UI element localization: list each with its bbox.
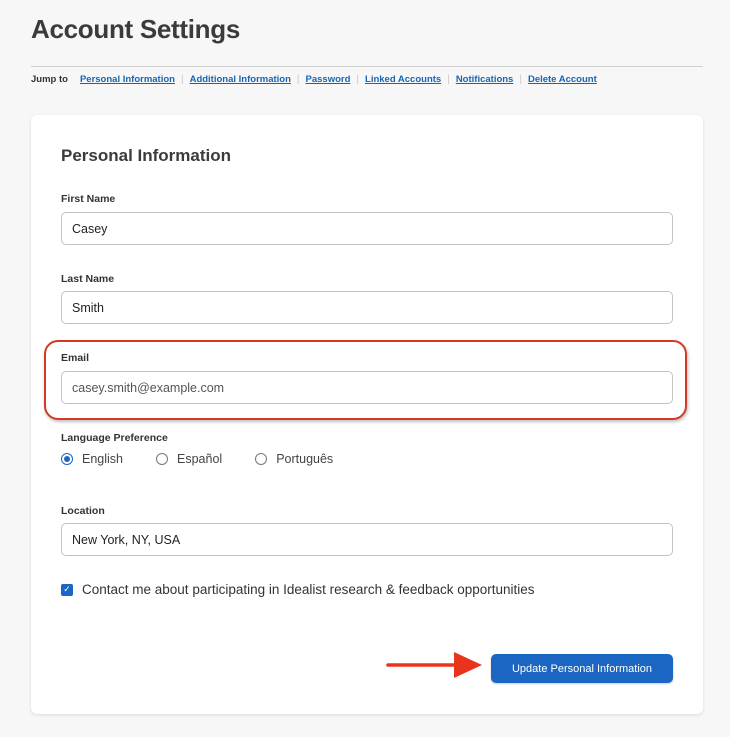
title-divider <box>31 66 703 67</box>
radio-checked-icon[interactable] <box>61 453 73 465</box>
jump-link-personal-information[interactable]: Personal Information <box>80 74 175 85</box>
location-input[interactable] <box>61 523 673 556</box>
separator: | <box>447 74 450 85</box>
location-label: Location <box>61 505 105 517</box>
update-personal-information-button[interactable]: Update Personal Information <box>491 654 673 683</box>
language-option-label: Português <box>276 452 334 466</box>
language-option-portugues[interactable]: Português <box>255 452 333 466</box>
jump-link-password[interactable]: Password <box>306 74 351 85</box>
last-name-label: Last Name <box>61 273 115 285</box>
email-label: Email <box>61 352 90 364</box>
language-option-label: English <box>82 452 123 466</box>
language-option-espanol[interactable]: Español <box>156 452 222 466</box>
first-name-label: First Name <box>61 193 116 205</box>
separator: | <box>356 74 360 85</box>
language-radio-group: English Español Português <box>61 452 333 466</box>
language-option-label: Español <box>177 452 223 466</box>
jump-to-nav: Jump to Personal Information | Additiona… <box>31 74 597 85</box>
section-title: Personal Information <box>61 146 232 165</box>
separator: | <box>180 74 184 85</box>
contact-opt-in-row: ✓ Contact me about participating in Idea… <box>61 582 535 597</box>
contact-opt-in-label: Contact me about participating in Ideali… <box>82 582 535 597</box>
arrow-head <box>454 652 482 678</box>
jump-link-linked-accounts[interactable]: Linked Accounts <box>365 74 441 85</box>
first-name-input[interactable] <box>61 212 673 245</box>
separator: | <box>296 74 300 85</box>
jump-link-delete-account[interactable]: Delete Account <box>528 74 597 85</box>
email-input[interactable] <box>61 371 673 404</box>
radio-unchecked-icon[interactable] <box>156 453 168 465</box>
jump-link-notifications[interactable]: Notifications <box>456 74 514 85</box>
separator: | <box>519 74 522 85</box>
page-title: Account Settings <box>31 14 240 44</box>
last-name-input[interactable] <box>61 291 673 324</box>
language-option-english[interactable]: English <box>61 452 123 466</box>
language-preference-label: Language Preference <box>61 432 168 444</box>
personal-information-card: Personal Information First Name Last Nam… <box>31 115 703 714</box>
radio-unchecked-icon[interactable] <box>255 453 268 465</box>
arrow-annotation-icon <box>386 652 482 678</box>
checkbox-checked-icon[interactable]: ✓ <box>61 583 73 596</box>
jump-to-label: Jump to <box>31 74 68 85</box>
jump-link-additional-information[interactable]: Additional Information <box>190 74 291 85</box>
